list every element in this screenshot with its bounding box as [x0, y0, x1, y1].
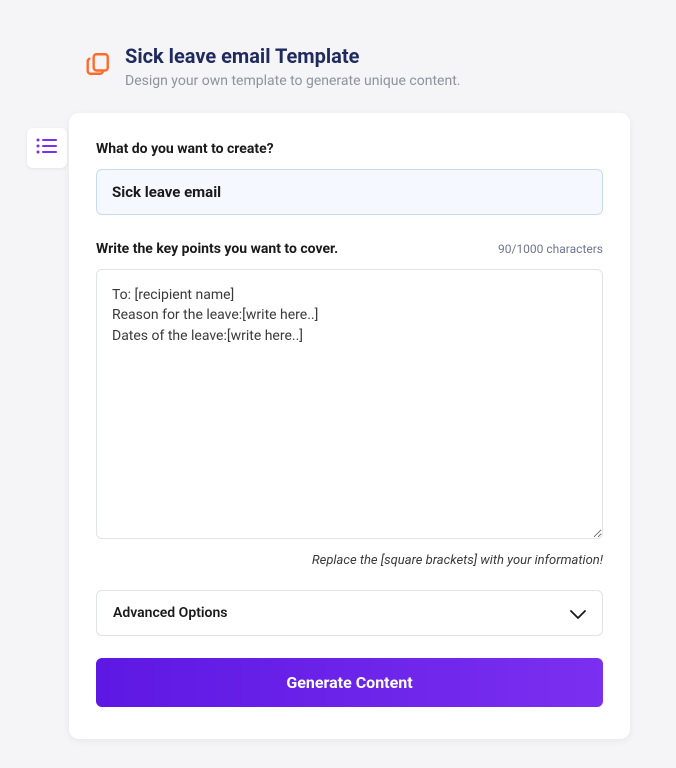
page-subtitle: Design your own template to generate uni…: [125, 73, 460, 89]
keypoints-label: Write the key points you want to cover.: [96, 241, 338, 257]
chevron-down-icon: [570, 608, 586, 618]
advanced-options-toggle[interactable]: Advanced Options: [96, 590, 603, 636]
char-count: 90/1000 characters: [498, 242, 603, 256]
generate-button[interactable]: Generate Content: [96, 658, 603, 707]
advanced-options-label: Advanced Options: [113, 605, 227, 621]
list-icon: [36, 137, 58, 159]
helper-text: Replace the [square brackets] with your …: [96, 553, 603, 568]
copy-icon: [85, 51, 111, 77]
create-label: What do you want to create?: [96, 141, 603, 157]
page-header: Sick leave email Template Design your ow…: [0, 0, 676, 89]
sidebar-toggle[interactable]: [27, 128, 67, 168]
create-input[interactable]: [96, 169, 603, 215]
form-card: What do you want to create? Write the ke…: [69, 113, 630, 739]
keypoints-textarea[interactable]: [96, 269, 603, 539]
page-title: Sick leave email Template: [125, 43, 460, 69]
